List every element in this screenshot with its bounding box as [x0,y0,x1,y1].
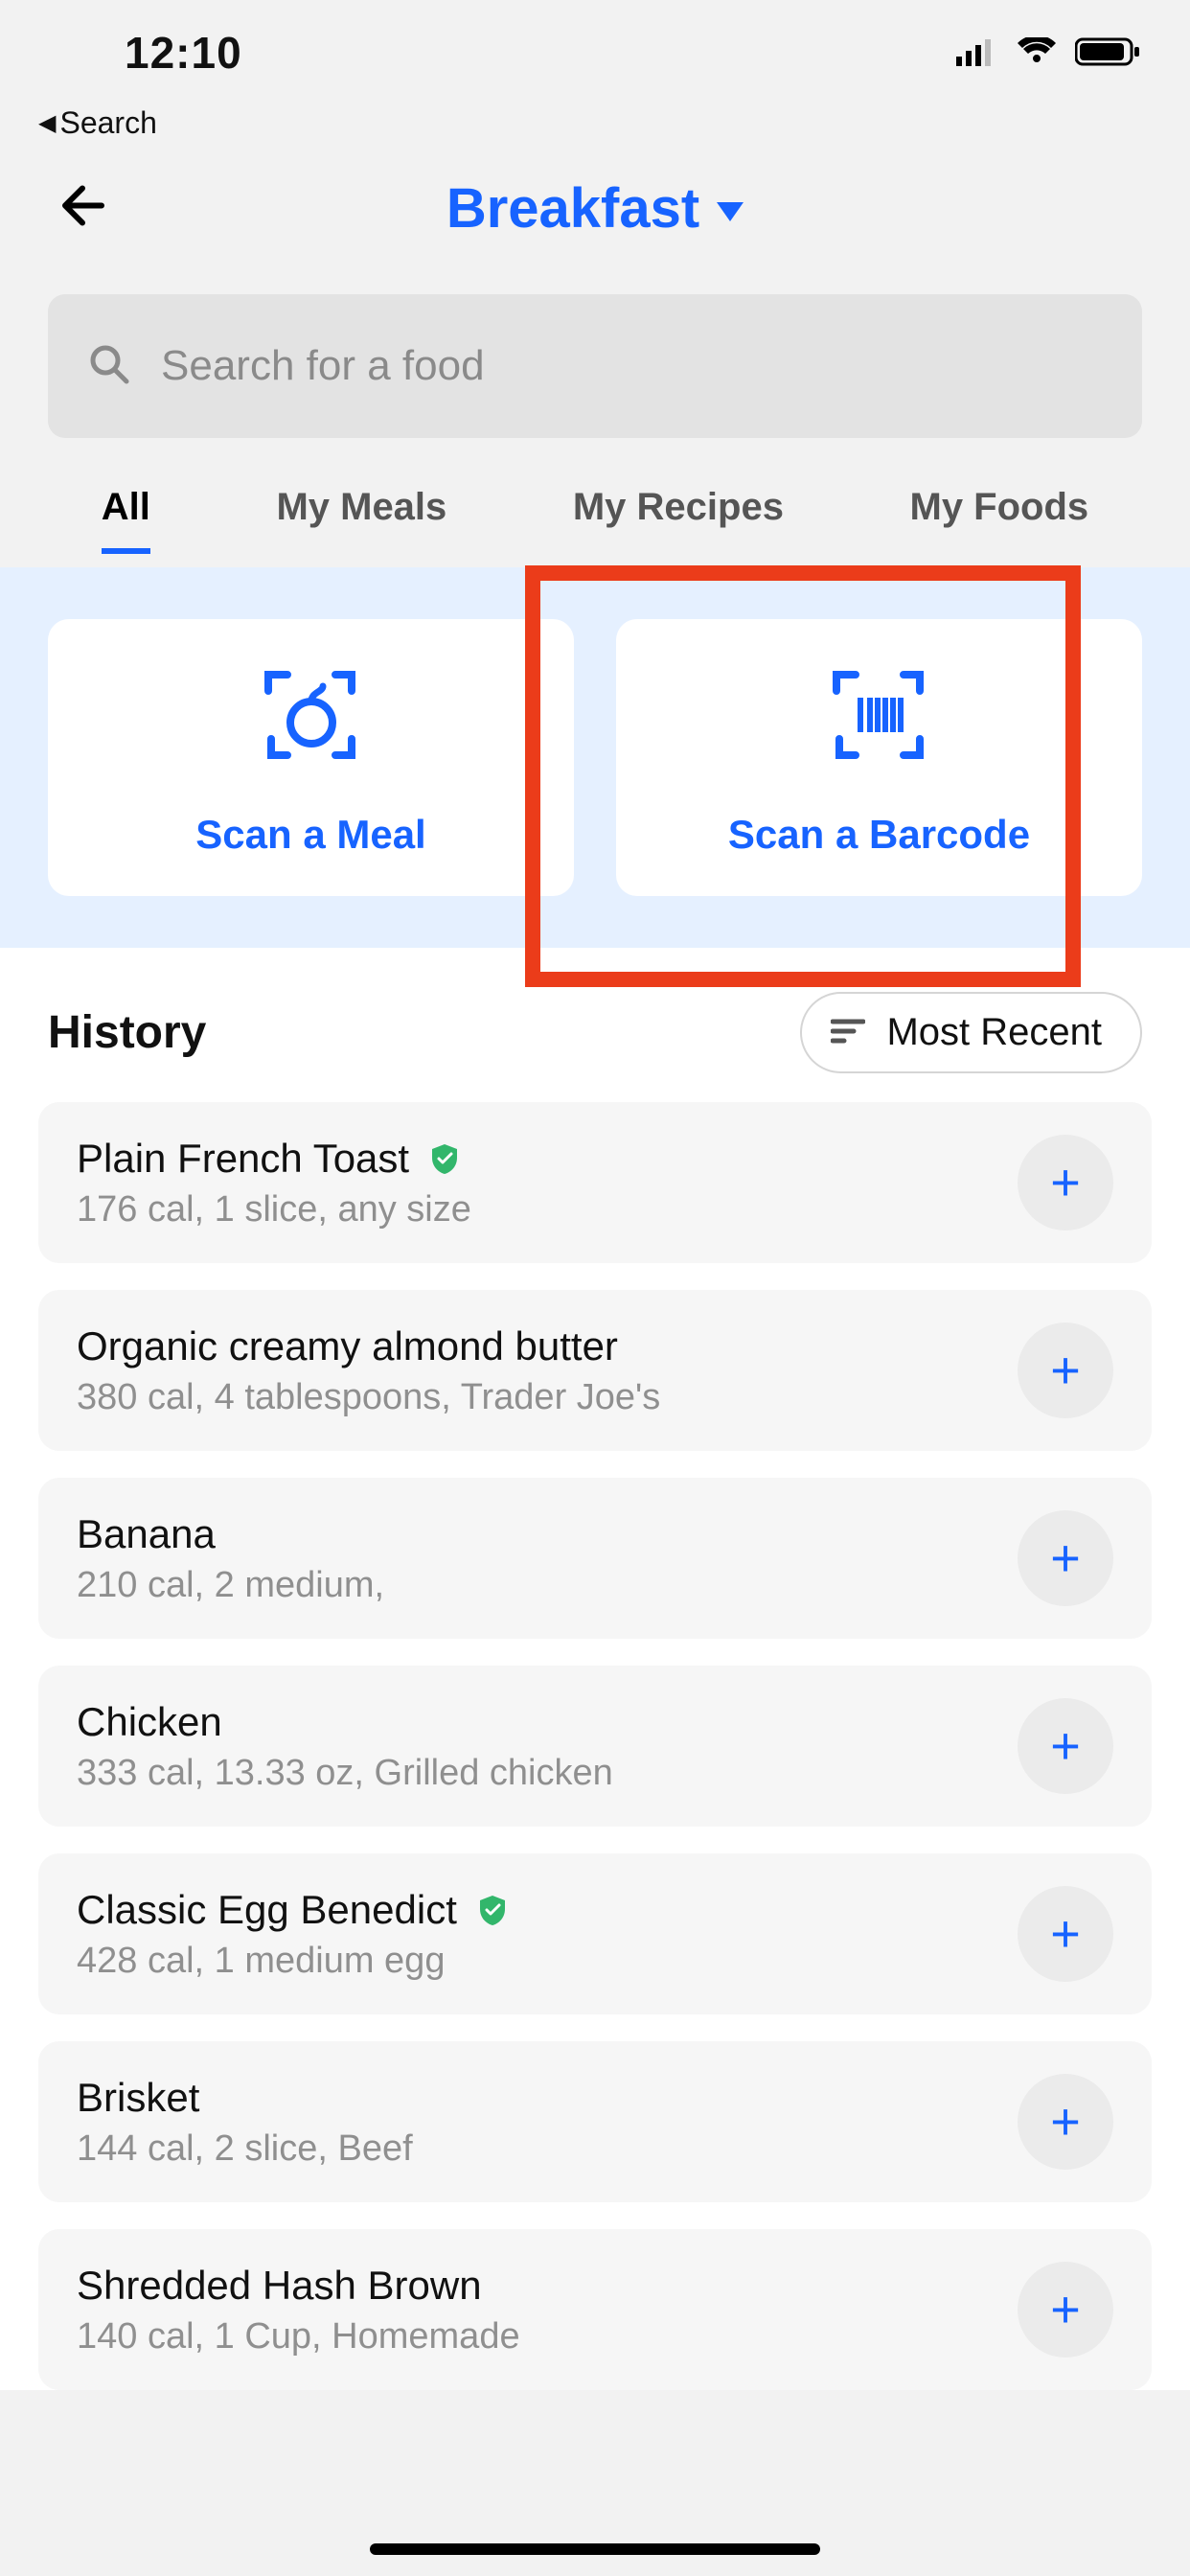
category-tabs: All My Meals My Recipes My Foods [0,457,1190,554]
cellular-icon [956,37,998,71]
history-item-sub: 144 cal, 2 slice, Beef [77,2128,413,2170]
nav-bar: Breakfast [0,150,1190,265]
page-title: Breakfast [446,176,699,241]
add-food-button[interactable]: + [1018,2262,1113,2358]
tab-my-foods[interactable]: My Foods [910,467,1089,554]
history-item[interactable]: Organic creamy almond butter 380 cal, 4 … [38,1290,1152,1451]
history-list: Plain French Toast 176 cal, 1 slice, any… [0,1102,1190,2390]
plus-icon: + [1050,1341,1081,1400]
history-item-content: Plain French Toast 176 cal, 1 slice, any… [77,1136,471,1230]
history-item-title: Brisket [77,2075,199,2121]
history-item-content: Classic Egg Benedict 428 cal, 1 medium e… [77,1887,509,1982]
history-item-content: Organic creamy almond butter 380 cal, 4 … [77,1323,660,1418]
plus-icon: + [1050,1904,1081,1964]
history-item-title: Organic creamy almond butter [77,1323,618,1369]
history-item-title: Classic Egg Benedict [77,1887,457,1933]
plus-icon: + [1050,1716,1081,1776]
status-icons [956,27,1142,72]
history-item-sub: 380 cal, 4 tablespoons, Trader Joe's [77,1377,660,1418]
add-food-button[interactable]: + [1018,1135,1113,1230]
add-food-button[interactable]: + [1018,1322,1113,1418]
clock: 12:10 [48,27,242,79]
history-title: History [48,1006,206,1059]
history-item-sub: 210 cal, 2 medium, [77,1565,384,1606]
plus-icon: + [1050,1153,1081,1212]
history-item-sub: 140 cal, 1 Cup, Homemade [77,2316,520,2358]
history-item[interactable]: Banana 210 cal, 2 medium, + [38,1478,1152,1639]
back-triangle-icon: ◀ [38,109,56,137]
back-to-app-label: Search [59,105,156,141]
home-indicator [370,2543,820,2555]
history-item-content: Shredded Hash Brown 140 cal, 1 Cup, Home… [77,2263,520,2358]
chevron-down-icon [717,202,744,221]
arrow-left-icon [57,181,107,231]
add-food-button[interactable]: + [1018,2074,1113,2170]
plus-icon: + [1050,2280,1081,2339]
history-item[interactable]: Shredded Hash Brown 140 cal, 1 Cup, Home… [38,2229,1152,2390]
history-item-sub: 176 cal, 1 slice, any size [77,1189,471,1230]
history-item[interactable]: Chicken 333 cal, 13.33 oz, Grilled chick… [38,1666,1152,1827]
add-food-button[interactable]: + [1018,1698,1113,1794]
add-food-button[interactable]: + [1018,1886,1113,1982]
scan-meal-card[interactable]: Scan a Meal [48,619,574,896]
sort-label: Most Recent [886,1011,1102,1054]
tab-all[interactable]: All [102,467,150,554]
history-item[interactable]: Plain French Toast 176 cal, 1 slice, any… [38,1102,1152,1263]
history-item-content: Brisket 144 cal, 2 slice, Beef [77,2075,413,2170]
scan-meal-label: Scan a Meal [195,812,425,858]
status-bar: 12:10 [0,0,1190,105]
scan-meal-icon [254,657,369,777]
sort-icon [831,1011,865,1054]
highlight-overlay [525,565,1081,987]
verified-icon [428,1142,461,1175]
back-to-app[interactable]: ◀ Search [0,105,1190,150]
history-item-sub: 333 cal, 13.33 oz, Grilled chicken [77,1753,613,1794]
history-item-title: Chicken [77,1699,222,1745]
search-input[interactable] [161,342,1104,390]
verified-icon [476,1894,509,1926]
history-item-sub: 428 cal, 1 medium egg [77,1941,509,1982]
history-item-title: Plain French Toast [77,1136,409,1182]
plus-icon: + [1050,1529,1081,1588]
search-field[interactable] [48,294,1142,438]
history-item[interactable]: Classic Egg Benedict 428 cal, 1 medium e… [38,1853,1152,2014]
back-button[interactable] [57,181,107,236]
tab-my-recipes[interactable]: My Recipes [573,467,784,554]
add-food-button[interactable]: + [1018,1510,1113,1606]
battery-icon [1075,36,1142,72]
sort-button[interactable]: Most Recent [800,992,1142,1073]
search-wrap [0,265,1190,457]
history-item-content: Banana 210 cal, 2 medium, [77,1511,384,1606]
history-item-title: Shredded Hash Brown [77,2263,482,2309]
search-icon [86,341,132,392]
plus-icon: + [1050,2092,1081,2151]
meal-selector[interactable]: Breakfast [446,176,744,241]
tab-my-meals[interactable]: My Meals [276,467,446,554]
history-item[interactable]: Brisket 144 cal, 2 slice, Beef + [38,2041,1152,2202]
history-item-content: Chicken 333 cal, 13.33 oz, Grilled chick… [77,1699,613,1794]
wifi-icon [1016,37,1058,71]
history-item-title: Banana [77,1511,216,1557]
